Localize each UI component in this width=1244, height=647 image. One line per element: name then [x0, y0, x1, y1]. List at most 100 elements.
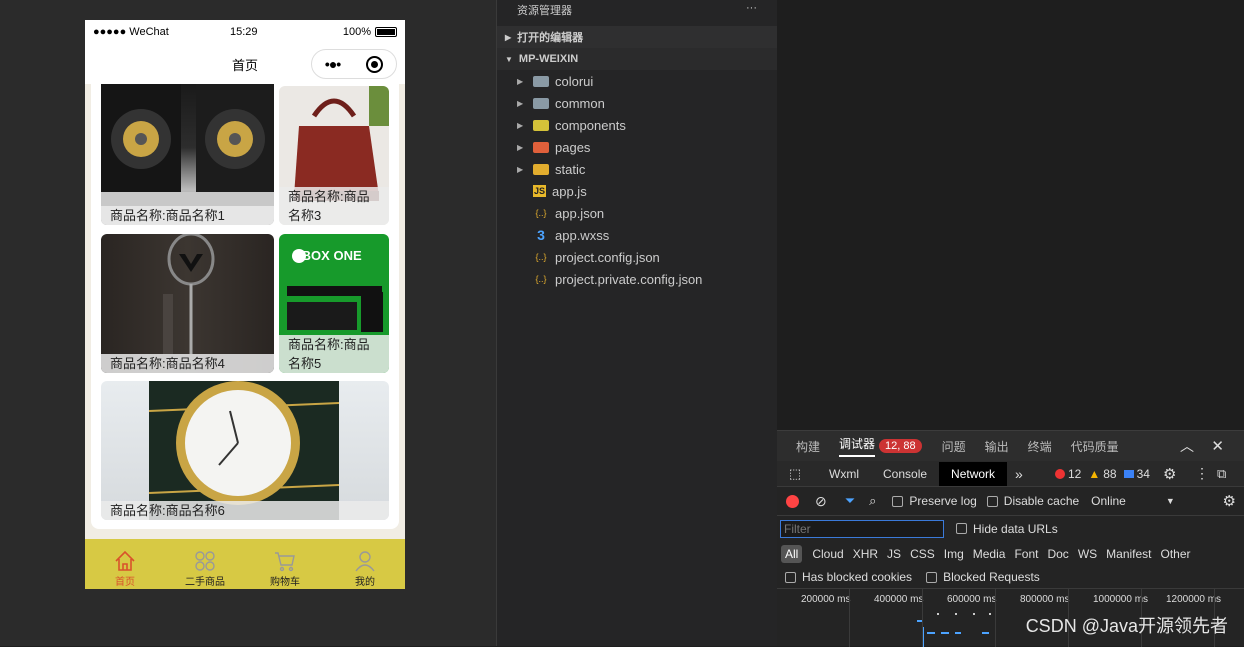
tab-debugger[interactable]: 调试器	[839, 435, 876, 457]
more-dots-icon[interactable]: •●•	[325, 56, 341, 72]
file-tree-item[interactable]: {..} project.private.config.json	[497, 268, 777, 290]
cookie-filter-row: Has blocked cookies Blocked Requests	[777, 566, 1244, 588]
error-count: 12	[1068, 466, 1082, 481]
file-tree-item[interactable]: JS app.js	[497, 180, 777, 202]
file-tree-label: static	[555, 161, 586, 177]
kebab-icon[interactable]: ⋮	[1195, 465, 1209, 482]
type-filter-js[interactable]: JS	[883, 547, 905, 561]
file-tree-item[interactable]: ▶ components	[497, 114, 777, 136]
type-filter-cloud[interactable]: Cloud	[808, 547, 847, 561]
checkbox-label: Preserve log	[909, 494, 977, 508]
close-circle-icon[interactable]	[366, 55, 384, 73]
product-item[interactable]: 商品名称:商品名称1	[101, 84, 274, 225]
type-filter-manifest[interactable]: Manifest	[1102, 547, 1155, 561]
tab-mine[interactable]: 我的	[325, 539, 405, 589]
json-file-icon: {..}	[535, 274, 547, 284]
file-tree-item[interactable]: {..} app.json	[497, 202, 777, 224]
filter-row: Hide data URLs	[777, 516, 1244, 541]
product-item[interactable]: 商品名称:商品名称4	[101, 234, 274, 373]
tab-network[interactable]: Network	[939, 461, 1008, 486]
folder-icon	[533, 119, 549, 131]
tab-cart[interactable]: 购物车	[245, 539, 325, 589]
product-item[interactable]: 商品名称:商品名称6	[101, 381, 389, 520]
battery-text: 100%	[342, 26, 371, 38]
file-tree-item[interactable]: {..} project.config.json	[497, 246, 777, 268]
type-filter-doc[interactable]: Doc	[1043, 547, 1072, 561]
file-tree-item[interactable]: ▶ colorui	[497, 70, 777, 92]
phone-screen: ●●●●● WeChat 15:29 100% 首页 •●• 商品名称:商品名称…	[85, 20, 405, 589]
timeline-gridline	[995, 589, 996, 647]
tab-second-hand[interactable]: 二手商品	[165, 539, 245, 589]
type-filter-css[interactable]: CSS	[906, 547, 939, 561]
hide-data-urls-checkbox[interactable]: Hide data URLs	[956, 522, 1058, 536]
open-editors-section[interactable]: ▶ 打开的编辑器	[497, 26, 777, 48]
type-filter-all[interactable]: All	[781, 544, 803, 563]
speaker-image	[101, 84, 274, 225]
filter-input[interactable]	[780, 519, 944, 538]
settings-icon[interactable]: ⚙	[1163, 465, 1176, 483]
file-tree-item[interactable]: 3 app.wxss	[497, 224, 777, 246]
file-tree-item[interactable]: ▶ common	[497, 92, 777, 114]
file-tree-label: project.config.json	[555, 249, 660, 265]
collapse-icon[interactable]: ︿	[1180, 436, 1194, 456]
type-filter-other[interactable]: Other	[1157, 547, 1195, 561]
error-badge: 12, 88	[879, 439, 922, 453]
record-icon[interactable]	[786, 494, 799, 508]
more-actions-icon[interactable]: ···	[746, 2, 757, 20]
chevron-right-icon: ▶	[505, 32, 512, 42]
tab-console[interactable]: Console	[871, 467, 939, 481]
close-icon[interactable]: ✕	[1211, 437, 1224, 455]
throttle-select[interactable]: Online ▼	[1091, 494, 1175, 508]
file-tree-item[interactable]: ▶ static	[497, 158, 777, 180]
timeline-tick-label: 400000 ms	[874, 594, 924, 605]
blocked-cookies-checkbox[interactable]: Has blocked cookies	[785, 570, 912, 584]
status-time: 15:29	[230, 26, 258, 38]
network-settings-icon[interactable]: ⚙	[1223, 492, 1236, 510]
tab-wxml[interactable]: Wxml	[813, 467, 871, 481]
timeline-gridline	[849, 589, 850, 647]
folder-icon	[533, 163, 549, 175]
dock-icon[interactable]: ⧉	[1217, 466, 1226, 482]
network-toolbar: ⊘ ⏷ ⌕ Preserve log Disable cache Online ▼…	[777, 487, 1244, 516]
tab-bar: 首页 二手商品 购物车 我的	[85, 539, 405, 589]
explorer-panel: 资源管理器 ··· ▶ 打开的编辑器 ▼ MP-WEIXIN ▶ colorui ▶ co…	[496, 0, 777, 646]
product-item[interactable]: 商品名称:商品名称3	[279, 86, 389, 225]
tab-label: 二手商品	[185, 577, 225, 588]
preserve-log-checkbox[interactable]: Preserve log	[892, 494, 977, 508]
signal-text: ●●●●● WeChat	[93, 26, 169, 38]
timeline-tick-label: 1200000 ms	[1166, 594, 1222, 605]
type-filter-img[interactable]: Img	[940, 547, 968, 561]
file-tree-label: project.private.config.json	[555, 271, 703, 287]
type-filter-media[interactable]: Media	[969, 547, 1010, 561]
type-filter-font[interactable]: Font	[1010, 547, 1042, 561]
clear-icon[interactable]: ⊘	[815, 493, 827, 510]
file-tree-item[interactable]: ▶ pages	[497, 136, 777, 158]
tab-code-quality[interactable]: 代码质量	[1071, 438, 1119, 455]
more-tabs-icon[interactable]: »	[1007, 466, 1031, 482]
disable-cache-checkbox[interactable]: Disable cache	[986, 494, 1079, 508]
type-filter-ws[interactable]: WS	[1074, 547, 1101, 561]
tab-output[interactable]: 输出	[985, 438, 1009, 455]
inspect-icon[interactable]: ⬚	[777, 466, 813, 482]
product-scroll-area[interactable]: 商品名称:商品名称1 商品名称:商品名称3 商品名称:商品名称4 XBOX ON…	[85, 84, 405, 539]
tab-terminal[interactable]: 终端	[1028, 438, 1052, 455]
chevron-right-icon: ▶	[517, 98, 524, 108]
tab-label: 我的	[355, 577, 375, 588]
product-item[interactable]: XBOX ONE 商品名称:商品名称5	[279, 234, 389, 373]
status-bar: ●●●●● WeChat 15:29 100%	[85, 20, 405, 44]
blocked-requests-checkbox[interactable]: Blocked Requests	[926, 570, 1040, 584]
menu-capsule: •●•	[311, 49, 397, 79]
chevron-right-icon: ▶	[517, 120, 524, 130]
tab-build[interactable]: 构建	[796, 438, 820, 455]
tab-home[interactable]: 首页	[85, 539, 165, 589]
file-tree-label: app.wxss	[555, 227, 610, 243]
type-filter-xhr[interactable]: XHR	[849, 547, 882, 561]
file-tree-label: common	[555, 95, 605, 111]
tab-issues[interactable]: 问题	[942, 438, 966, 455]
search-icon[interactable]: ⌕	[869, 493, 876, 509]
checkbox-label: Blocked Requests	[943, 570, 1040, 584]
filter-icon[interactable]: ⏷	[845, 493, 855, 509]
product-caption: 商品名称:商品名称5	[279, 335, 389, 373]
project-section[interactable]: ▼ MP-WEIXIN	[497, 48, 777, 70]
checkbox-label: Hide data URLs	[973, 521, 1058, 536]
